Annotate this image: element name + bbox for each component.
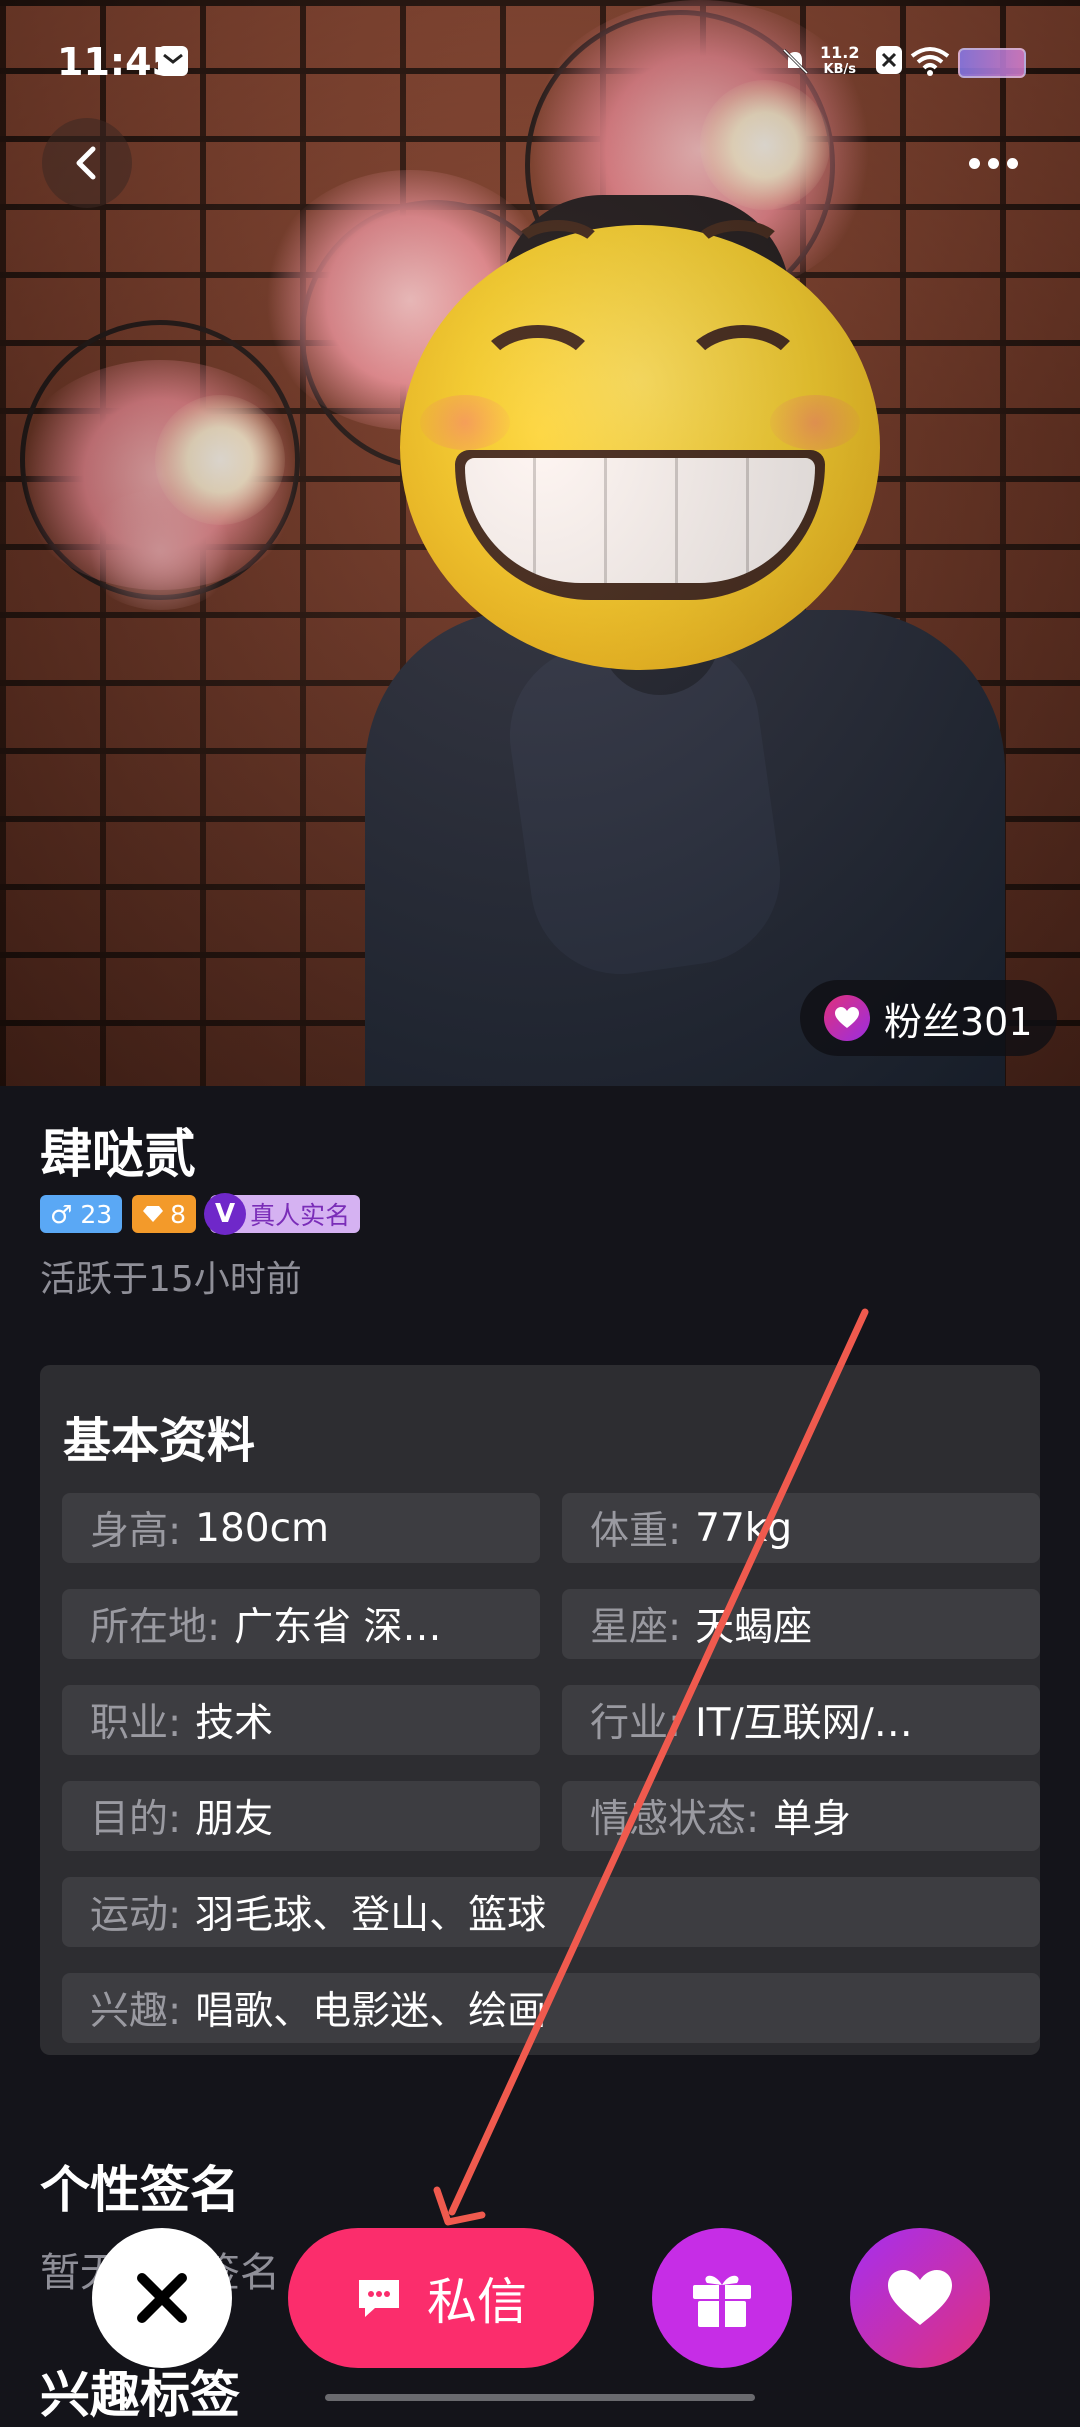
battery-icon: [958, 48, 1026, 78]
field-hobbies: 兴趣: 唱歌、电影迷、绘画: [62, 1973, 1040, 2043]
private-message-button[interactable]: 私信: [288, 2228, 594, 2368]
private-message-label: 私信: [427, 2273, 527, 2331]
field-occupation: 职业: 技术: [62, 1685, 540, 1755]
field-industry: 行业: IT/互联网/…: [562, 1685, 1040, 1755]
dislike-button[interactable]: [92, 2228, 232, 2368]
chat-bubble-icon: [359, 2280, 399, 2317]
back-button[interactable]: [42, 118, 132, 208]
field-weight: 体重: 77kg: [562, 1493, 1040, 1563]
profile-photo[interactable]: 11:45 11.2 KB/s 粉丝301: [0, 0, 1080, 1086]
field-key: 运动:: [90, 1893, 182, 1938]
verified-label: 真人实名: [250, 1201, 351, 1230]
more-dots-icon: [968, 157, 980, 169]
field-key: 体重:: [590, 1509, 682, 1554]
field-value: 朋友: [195, 1797, 274, 1842]
field-key: 星座:: [590, 1605, 682, 1650]
net-speed-unit: KB/s: [823, 62, 856, 77]
last-active-text: 活跃于15小时前: [40, 1259, 302, 1300]
mute-icon: [780, 46, 810, 76]
field-value: 180cm: [195, 1505, 330, 1551]
message-icon: [158, 46, 188, 76]
field-location: 所在地: 广东省 深…: [62, 1589, 540, 1659]
field-value: 广东省 深…: [234, 1605, 442, 1650]
basic-info-title: 基本资料: [63, 1413, 256, 1469]
field-height: 身高: 180cm: [62, 1493, 540, 1563]
fans-label: 粉丝301: [884, 999, 1033, 1044]
photo-shade: [0, 0, 1080, 1086]
field-sports: 运动: 羽毛球、登山、篮球: [62, 1877, 1040, 1947]
field-key: 职业:: [90, 1701, 182, 1746]
heart-icon: [824, 995, 870, 1041]
net-speed: 11.2 KB/s: [820, 44, 859, 78]
close-box-icon: [876, 46, 902, 74]
field-value: 技术: [195, 1701, 274, 1746]
more-dots-icon: [1006, 157, 1018, 169]
profile-name: 肆哒贰: [40, 1125, 197, 1185]
field-value: IT/互联网/…: [695, 1701, 913, 1746]
field-key: 行业:: [590, 1701, 682, 1746]
field-key: 兴趣:: [90, 1989, 182, 2034]
field-value: 天蝎座: [695, 1605, 813, 1650]
real-name-verified-badge: V 真人实名: [204, 1193, 361, 1235]
signature-title: 个性签名: [40, 2161, 240, 2219]
field-value: 77kg: [695, 1505, 793, 1551]
verified-v-icon: V: [204, 1193, 247, 1235]
fans-count-badge[interactable]: 粉丝301: [800, 980, 1057, 1056]
wifi-icon: [910, 46, 950, 76]
field-key: 所在地:: [90, 1605, 221, 1650]
field-value: 羽毛球、登山、篮球: [195, 1893, 547, 1938]
net-speed-value: 11.2: [820, 43, 860, 62]
interest-tags-title: 兴趣标签: [40, 2366, 240, 2424]
field-key: 目的:: [90, 1797, 182, 1842]
gift-button[interactable]: [652, 2228, 792, 2368]
field-key: 情感状态:: [590, 1797, 760, 1842]
field-zodiac: 星座: 天蝎座: [562, 1589, 1040, 1659]
field-value: 单身: [773, 1797, 852, 1842]
basic-info-card: 基本资料 身高: 180cm 体重: 77kg 所在地: 广东省 深… 星座: …: [40, 1365, 1040, 2055]
status-bar: 11:45 11.2 KB/s: [0, 0, 1080, 120]
heart-icon: [888, 2270, 952, 2325]
field-key: 身高:: [90, 1509, 182, 1554]
close-x-icon: [137, 2273, 187, 2323]
like-button[interactable]: [850, 2228, 990, 2368]
gift-icon: [693, 2275, 751, 2327]
back-arrow-icon: [76, 146, 96, 180]
profile-tags: ♂ 23 8 V 真人实名: [40, 1193, 361, 1235]
level-badge: 8: [132, 1195, 197, 1233]
more-dots-icon: [987, 157, 999, 169]
home-indicator: [325, 2394, 755, 2401]
level-value: 8: [170, 1199, 187, 1229]
diamond-icon: [143, 1206, 164, 1222]
gender-age-badge: ♂ 23: [40, 1195, 123, 1233]
field-relationship: 情感状态: 单身: [562, 1781, 1040, 1851]
field-value: 唱歌、电影迷、绘画: [195, 1989, 547, 2034]
more-options-button[interactable]: [948, 118, 1038, 208]
field-purpose: 目的: 朋友: [62, 1781, 540, 1851]
